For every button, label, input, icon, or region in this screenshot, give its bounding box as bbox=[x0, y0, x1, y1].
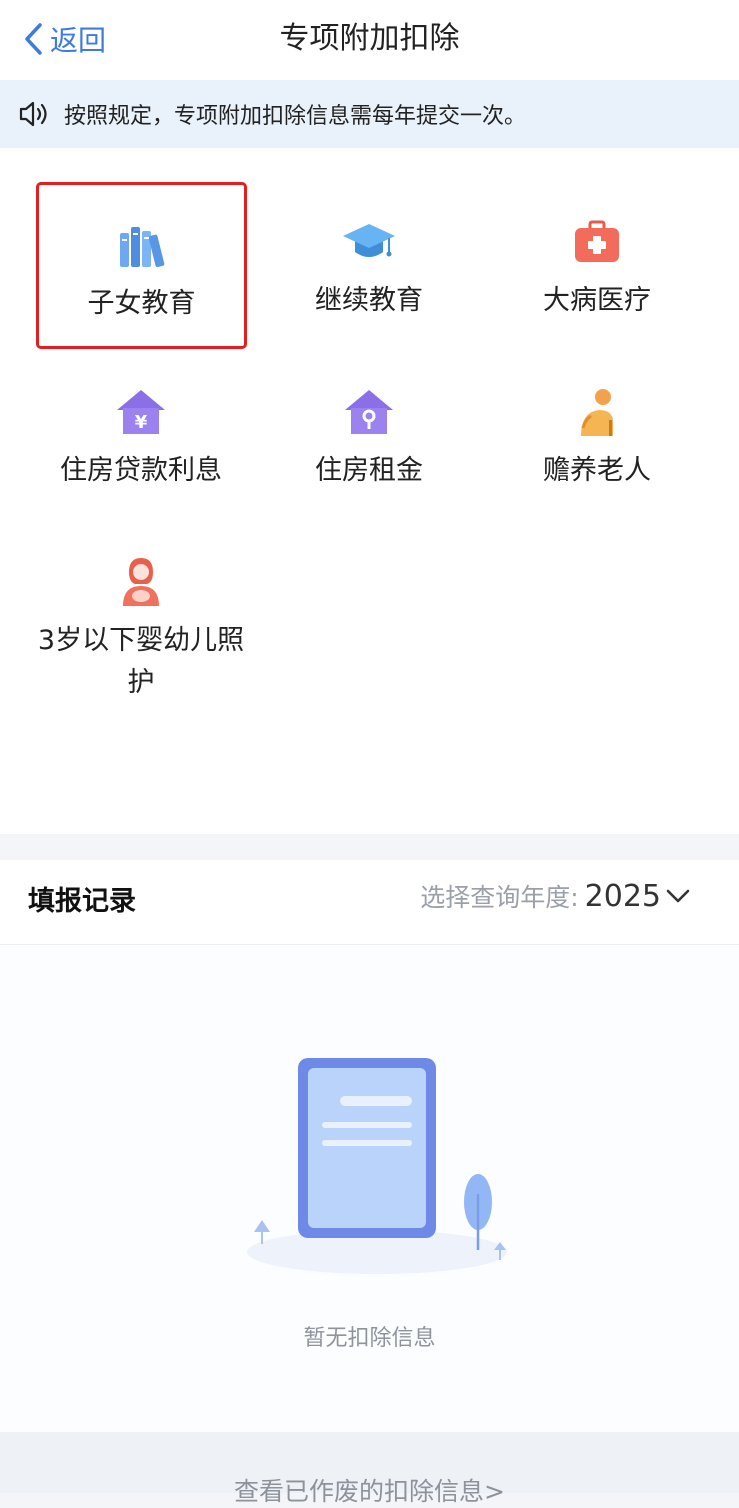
voided-records-link[interactable]: 查看已作废的扣除信息> bbox=[0, 1472, 739, 1508]
mother-baby-icon bbox=[123, 558, 159, 606]
empty-state-text: 暂无扣除信息 bbox=[303, 1326, 436, 1351]
records-title: 填报记录 bbox=[28, 886, 136, 917]
category-infant-care[interactable]: 3岁以下婴幼儿照护 bbox=[27, 556, 255, 704]
top-bar: 返回 专项附加扣除 bbox=[0, 0, 739, 80]
medical-kit-icon bbox=[575, 220, 619, 262]
year-selector-value: 2025 bbox=[584, 878, 661, 914]
category-label: 赡养老人 bbox=[543, 455, 651, 486]
svg-text:¥: ¥ bbox=[135, 412, 148, 433]
footer-bar: 查看已作废的扣除信息> bbox=[0, 1432, 739, 1506]
category-children-education[interactable]: 子女教育 bbox=[36, 182, 247, 349]
notice-banner: 按照规定，专项附加扣除信息需每年提交一次。 bbox=[0, 80, 739, 148]
category-mortgage-interest[interactable]: ¥ 住房贷款利息 bbox=[27, 386, 255, 492]
category-grid: 子女教育 继续教育 大病医疗 ¥ 住房贷款利息 住房租金 赡养老人 3岁以下婴幼… bbox=[0, 148, 739, 834]
category-elderly-support[interactable]: 赡养老人 bbox=[483, 386, 711, 492]
notice-text: 按照规定，专项附加扣除信息需每年提交一次。 bbox=[64, 104, 527, 129]
category-label: 住房租金 bbox=[315, 455, 423, 486]
category-housing-rent[interactable]: 住房租金 bbox=[255, 386, 483, 492]
category-major-illness[interactable]: 大病医疗 bbox=[483, 216, 711, 322]
records-header: 填报记录 选择查询年度: 2025 bbox=[0, 860, 739, 945]
house-key-icon bbox=[345, 390, 393, 434]
category-label: 子女教育 bbox=[87, 288, 196, 319]
category-label: 继续教育 bbox=[315, 285, 423, 316]
speaker-icon bbox=[19, 101, 47, 127]
category-label: 大病医疗 bbox=[543, 285, 651, 316]
empty-document-illustration bbox=[247, 1058, 507, 1274]
year-selector[interactable]: 选择查询年度: 2025 bbox=[420, 878, 691, 914]
graduation-cap-icon bbox=[343, 224, 395, 257]
records-section: 填报记录 选择查询年度: 2025 暂无扣除信息 bbox=[0, 860, 739, 1432]
house-yuan-icon: ¥ bbox=[117, 390, 165, 434]
category-continuing-education[interactable]: 继续教育 bbox=[255, 216, 483, 322]
books-icon bbox=[119, 227, 164, 268]
chevron-down-icon bbox=[666, 889, 690, 903]
section-divider bbox=[0, 834, 739, 860]
year-selector-label: 选择查询年度: bbox=[420, 883, 579, 912]
page-title: 专项附加扣除 bbox=[279, 21, 460, 56]
category-label: 3岁以下婴幼儿照护 bbox=[37, 625, 245, 698]
elderly-person-icon bbox=[581, 389, 613, 436]
category-label: 住房贷款利息 bbox=[60, 455, 222, 486]
